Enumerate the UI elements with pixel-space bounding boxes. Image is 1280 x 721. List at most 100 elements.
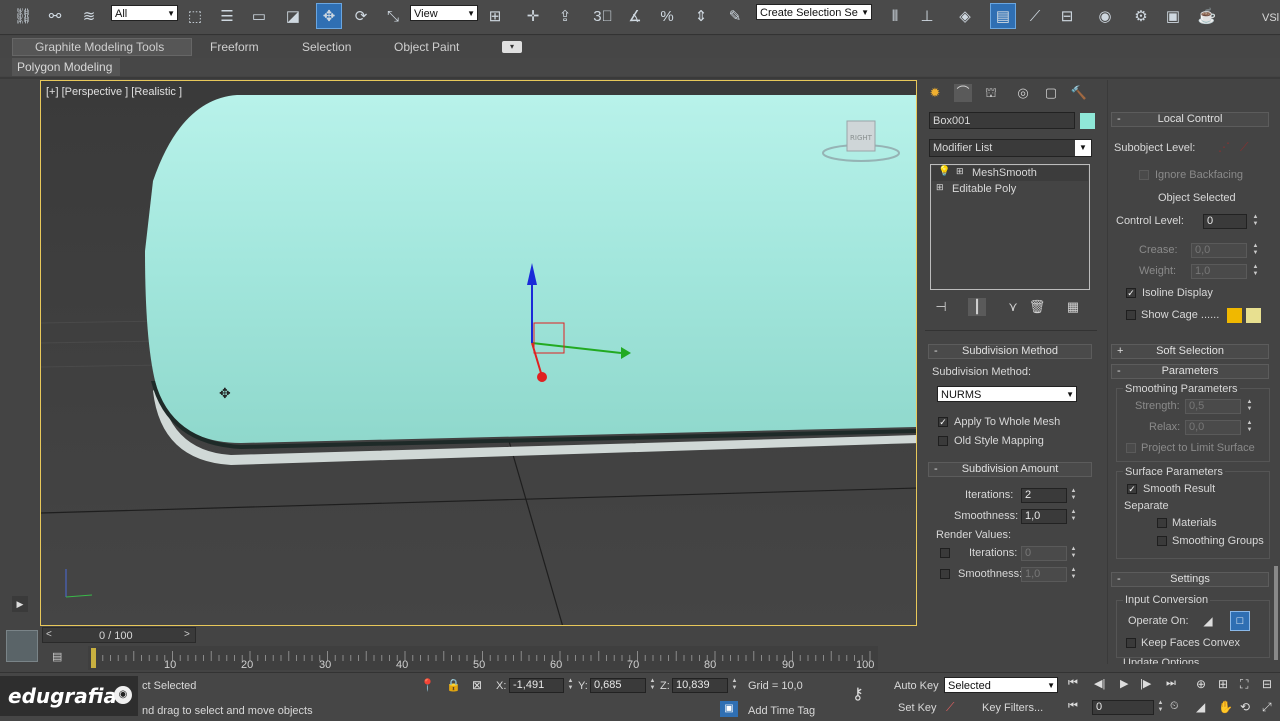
spinner-snap-icon[interactable]: ⇕: [688, 3, 714, 29]
cage-color-swatch-2[interactable]: [1246, 308, 1261, 323]
zoom-icon[interactable]: ⊕: [1196, 677, 1206, 691]
curve-editor-icon[interactable]: ⟋: [1022, 3, 1048, 29]
edit-named-sets-icon[interactable]: ✎: [722, 3, 748, 29]
key-filters-button[interactable]: Key Filters...: [982, 702, 1043, 714]
y-spinner[interactable]: ▲ ▼: [648, 678, 657, 693]
time-config-icon[interactable]: ⏲: [1170, 700, 1179, 713]
previous-frame-icon[interactable]: ◀|: [1094, 677, 1105, 690]
pivot-icon[interactable]: ⊞: [482, 3, 508, 29]
graphite-icon[interactable]: ▤: [990, 3, 1016, 29]
render-smoothness-input[interactable]: 1,0: [1021, 567, 1067, 582]
make-unique-icon[interactable]: ⋎: [1004, 298, 1022, 316]
show-end-result-icon[interactable]: ┃: [968, 298, 986, 316]
rect-selection-icon[interactable]: ▭: [246, 3, 272, 29]
smoothness-spinner[interactable]: ▲ ▼: [1069, 509, 1078, 524]
time-prev-icon[interactable]: <: [46, 629, 52, 640]
subdivision-method-dropdown[interactable]: NURMS ▼: [937, 386, 1077, 402]
go-to-start-icon[interactable]: ⏮: [1068, 677, 1078, 690]
project-limit-checkbox[interactable]: [1126, 443, 1136, 453]
utilities-tab-icon[interactable]: 🔨: [1070, 84, 1088, 102]
modifier-stack-item-editable-poly[interactable]: ⊞ Editable Poly: [932, 182, 1088, 197]
motion-tab-icon[interactable]: ◎: [1014, 84, 1032, 102]
configure-sets-icon[interactable]: ▦: [1064, 298, 1082, 316]
key-curve-icon[interactable]: ⟋: [946, 700, 954, 715]
vertex-subobject-icon[interactable]: ⋰: [1218, 140, 1230, 154]
ribbon-tab-object-paint[interactable]: Object Paint: [394, 40, 459, 54]
rollout-parameters[interactable]: - Parameters: [1111, 364, 1269, 379]
angle-snap-icon[interactable]: ∡: [622, 3, 648, 29]
rollout-subdivision-amount[interactable]: - Subdivision Amount: [928, 462, 1092, 477]
x-coordinate-input[interactable]: -1,491: [509, 678, 564, 693]
isolate-pin-icon[interactable]: 📍: [420, 678, 435, 692]
render-setup-icon[interactable]: ⚙: [1128, 3, 1154, 29]
object-color-swatch[interactable]: [1080, 113, 1095, 129]
ignore-backfacing-checkbox[interactable]: [1139, 170, 1149, 180]
create-tab-icon[interactable]: ✹: [926, 84, 944, 102]
field-of-view-icon[interactable]: ◢: [1196, 700, 1205, 714]
rotate-icon[interactable]: ⟳: [348, 3, 374, 29]
named-selection-dropdown[interactable]: Create Selection Se ▼: [756, 4, 872, 20]
key-mode-toggle-icon[interactable]: ⏮: [1068, 700, 1078, 713]
keyboard-shortcut-icon[interactable]: ⇪: [552, 3, 578, 29]
edge-subobject-icon[interactable]: ⟋: [1240, 140, 1248, 155]
smoothing-groups-checkbox[interactable]: [1157, 536, 1167, 546]
time-next-icon[interactable]: >: [184, 629, 190, 640]
rollout-subdivision-method[interactable]: - Subdivision Method: [928, 344, 1092, 359]
selection-filter-dropdown[interactable]: All ▼: [111, 5, 178, 21]
link-icon[interactable]: ⛓: [10, 3, 36, 29]
hierarchy-tab-icon[interactable]: ⛫: [982, 84, 1000, 102]
strength-spinner[interactable]: ▲ ▼: [1245, 399, 1254, 414]
iterations-input[interactable]: 2: [1021, 488, 1067, 503]
z-coordinate-input[interactable]: 10,839: [672, 678, 728, 693]
track-bar-icon[interactable]: ▤: [52, 650, 70, 664]
control-level-spinner[interactable]: ▲ ▼: [1251, 214, 1260, 229]
render-frame-icon[interactable]: ▣: [1160, 3, 1186, 29]
show-cage-checkbox[interactable]: [1126, 310, 1136, 320]
teapot-icon[interactable]: ☕: [1194, 3, 1220, 29]
render-iterations-input[interactable]: 0: [1021, 546, 1067, 561]
crease-input[interactable]: 0,0: [1191, 243, 1247, 258]
relax-input[interactable]: 0,0: [1185, 420, 1241, 435]
ribbon-tab-selection[interactable]: Selection: [302, 40, 351, 54]
material-editor-icon[interactable]: ◉: [1092, 3, 1118, 29]
lightbulb-icon[interactable]: 💡: [938, 166, 950, 177]
apply-whole-mesh-checkbox[interactable]: ✓: [938, 417, 948, 427]
zoom-extents-all-icon[interactable]: ⊟: [1262, 677, 1272, 691]
rollout-local-control[interactable]: - Local Control: [1111, 112, 1269, 127]
strength-input[interactable]: 0,5: [1185, 399, 1241, 414]
modifier-stack-item-meshsmooth[interactable]: 💡 ⊞ MeshSmooth: [932, 166, 1088, 181]
absolute-mode-icon[interactable]: ⊠: [472, 678, 482, 692]
isoline-display-checkbox[interactable]: ✓: [1126, 288, 1136, 298]
select-manipulate-icon[interactable]: ✛: [520, 3, 546, 29]
control-level-input[interactable]: 0: [1203, 214, 1247, 229]
snap-3-icon[interactable]: 3⃝: [590, 3, 616, 29]
display-tab-icon[interactable]: ▢: [1042, 84, 1060, 102]
orbit-icon[interactable]: ⟲: [1240, 700, 1250, 714]
operate-on-polygon-icon[interactable]: □: [1230, 611, 1250, 631]
mini-listener[interactable]: [6, 630, 38, 662]
pan-view-icon[interactable]: ✋: [1218, 700, 1233, 714]
zoom-extents-icon[interactable]: ⛶: [1240, 677, 1248, 692]
expand-icon[interactable]: ⊞: [956, 166, 964, 177]
set-key-button[interactable]: Set Key: [898, 702, 937, 714]
render-smoothness-spinner[interactable]: ▲ ▼: [1069, 567, 1078, 582]
render-smoothness-checkbox[interactable]: [940, 569, 950, 579]
viewport[interactable]: RIGHT [+] [Perspective ] [Realistic ] ✥: [40, 80, 917, 626]
current-frame-spinner[interactable]: ▲ ▼: [1156, 700, 1165, 715]
operate-on-triangle-icon[interactable]: ◢: [1198, 611, 1218, 631]
iterations-spinner[interactable]: ▲ ▼: [1069, 488, 1078, 503]
set-key-icon[interactable]: ⚷: [852, 684, 864, 704]
percent-snap-icon[interactable]: %: [654, 3, 680, 29]
mirror-icon[interactable]: ⫴: [882, 3, 908, 29]
reference-coord-dropdown[interactable]: View ▼: [410, 5, 478, 21]
key-mode-dropdown[interactable]: Selected ▼: [944, 677, 1058, 693]
time-slider[interactable]: < 0 / 100 >: [42, 627, 196, 643]
smoothness-input[interactable]: 1,0: [1021, 509, 1067, 524]
time-marker[interactable]: [91, 648, 96, 668]
expand-icon[interactable]: ⊞: [936, 182, 944, 193]
time-tag-icon[interactable]: ▣: [720, 701, 738, 717]
lock-selection-icon[interactable]: 🔒: [446, 678, 461, 692]
y-coordinate-input[interactable]: 0,685: [590, 678, 646, 693]
viewport-label[interactable]: [+] [Perspective ] [Realistic ]: [46, 86, 182, 98]
zoom-all-icon[interactable]: ⊞: [1218, 677, 1228, 691]
